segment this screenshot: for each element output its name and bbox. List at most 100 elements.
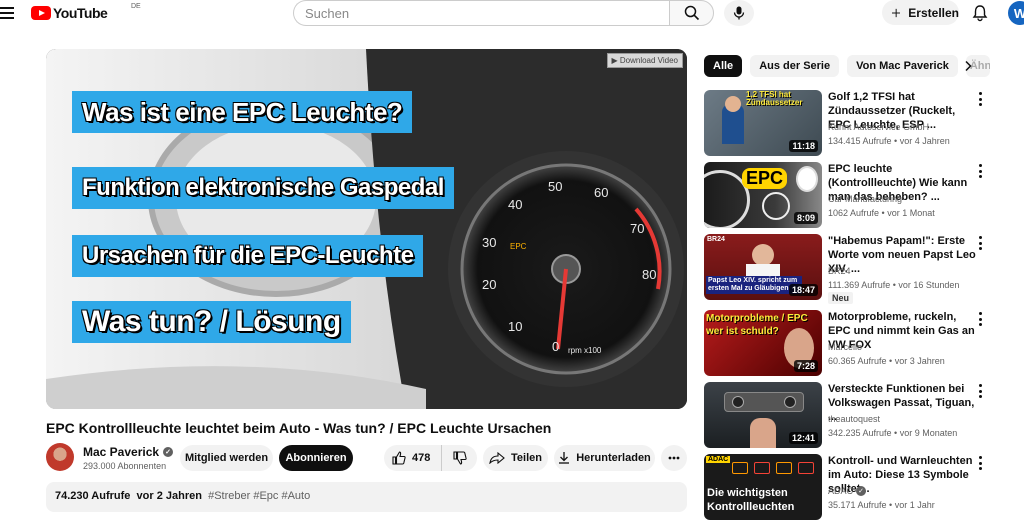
subscriber-count: 293.000 Abonnenten — [83, 461, 167, 471]
duration-badge: 12:41 — [788, 432, 818, 444]
account-avatar[interactable]: W — [1008, 1, 1024, 25]
gauge-label-40: 40 — [508, 197, 522, 212]
download-button[interactable]: Herunterladen — [554, 445, 655, 471]
verified-check-icon: ✓ — [856, 486, 867, 496]
related-thumbnail[interactable]: ADAC Die wichtigsten Kontrollleuchten — [704, 454, 822, 520]
channel-name-link[interactable]: Mac Paverick ✓ — [83, 445, 174, 459]
menu-icon[interactable] — [0, 7, 14, 19]
gauge-label-10: 10 — [508, 319, 522, 334]
duration-badge: 7:28 — [793, 360, 818, 372]
download-video-badge[interactable]: ▶ Download Video — [606, 53, 683, 68]
upload-age: vor 2 Jahren — [136, 490, 202, 502]
search-icon — [684, 5, 699, 21]
chip-from-channel[interactable]: Von Mac Paverick — [847, 55, 958, 77]
like-count: 478 — [412, 452, 431, 464]
related-video[interactable]: BR24 Papst Leo XIV. spricht zum ersten M… — [704, 234, 1004, 304]
more-actions-button[interactable] — [661, 445, 687, 471]
duration-badge: 8:09 — [793, 212, 818, 224]
youtube-logo[interactable]: YouTube DE — [31, 3, 141, 21]
more-horizontal-icon — [668, 456, 680, 460]
related-meta: 342.235 Aufrufe • vor 9 Monaten — [828, 428, 958, 438]
subscribe-button[interactable]: Abonnieren — [279, 445, 353, 471]
country-code: DE — [131, 3, 141, 10]
thumbnail-caption: EPC — [742, 168, 788, 189]
related-channel: Car Manufacturing — [828, 194, 903, 204]
related-meta: 60.365 Aufrufe • vor 3 Jahren — [828, 356, 945, 366]
duration-badge: 11:18 — [789, 140, 818, 152]
related-channel: theautoquest — [828, 414, 881, 424]
download-icon — [559, 452, 570, 464]
more-vertical-icon[interactable] — [979, 92, 983, 106]
related-video[interactable]: 1,2 TFSI hat Zündaussetzer 11:18 Golf 1,… — [704, 90, 1004, 156]
gauge-label-50: 50 — [548, 179, 562, 194]
gauge-label-80: 80 — [642, 267, 656, 282]
create-label: Erstellen — [908, 5, 959, 20]
chip-all[interactable]: Alle — [704, 55, 743, 77]
create-button[interactable]: Erstellen — [882, 0, 959, 25]
duration-badge: 18:47 — [788, 284, 818, 296]
overlay-banner-2: Funktion elektronische Gaspedal — [72, 167, 454, 209]
logo-text: YouTube — [53, 5, 108, 21]
notifications-bell-icon[interactable] — [971, 4, 989, 22]
thumbs-up-icon — [392, 451, 406, 465]
overlay-banner-4: Was tun? / Lösung — [72, 301, 351, 343]
chevron-right-icon[interactable] — [962, 60, 974, 72]
gauge-unit: rpm x100 — [568, 346, 602, 355]
search-input[interactable]: Suchen — [293, 0, 670, 26]
thumbnail-caption: Die wichtigsten Kontrollleuchten — [707, 487, 795, 513]
more-vertical-icon[interactable] — [979, 456, 983, 470]
more-vertical-icon[interactable] — [979, 236, 983, 250]
hashtags[interactable]: #Streber #Epc #Auto — [208, 490, 310, 502]
thumbs-down-icon — [452, 451, 467, 465]
overlay-banner-1: Was ist eine EPC Leuchte? — [72, 91, 413, 133]
view-count: 74.230 Aufrufe — [55, 490, 131, 502]
related-video[interactable]: 12:41 Versteckte Funktionen bei Volkswag… — [704, 382, 1004, 448]
channel-avatar[interactable] — [46, 443, 74, 471]
related-thumbnail[interactable]: EPC 8:09 — [704, 162, 822, 228]
related-channel: Marcello — [828, 342, 863, 352]
dislike-button[interactable] — [442, 451, 477, 465]
more-vertical-icon[interactable] — [979, 164, 983, 178]
search-placeholder: Suchen — [305, 5, 350, 21]
video-player[interactable]: 10 20 30 40 50 60 70 80 0 rpm x100 EPC ▶… — [46, 49, 687, 409]
related-thumbnail[interactable]: 12:41 — [704, 382, 822, 448]
gauge-label-30: 30 — [482, 235, 496, 250]
related-thumbnail[interactable]: 1,2 TFSI hat Zündaussetzer 11:18 — [704, 90, 822, 156]
thumbnail-caption: Papst Leo XIV. spricht zum ersten Mal zu… — [706, 276, 802, 294]
related-channel: ADAC ✓ — [828, 486, 867, 496]
related-meta: 111.369 Aufrufe • vor 16 Stunden — [828, 280, 960, 290]
thumbnail-caption: Motorprobleme / EPC wer ist schuld? — [706, 313, 808, 337]
play-logo-icon — [31, 6, 51, 20]
share-button[interactable]: Teilen — [483, 445, 548, 471]
description-box[interactable]: 74.230 Aufrufe vor 2 Jahren #Streber #Ep… — [46, 482, 687, 512]
related-channel: Kuhnt Autoservice GmbH — [828, 122, 930, 132]
related-channel: BR24 — [828, 266, 851, 276]
related-video[interactable]: ADAC Die wichtigsten Kontrollleuchten Ko… — [704, 454, 1004, 520]
related-video[interactable]: EPC 8:09 EPC leuchte (Kontrollleuchte) W… — [704, 162, 1004, 228]
top-bar: YouTube DE Suchen Erstellen W — [0, 0, 1024, 26]
thumbnail-caption: 1,2 TFSI hat Zündaussetzer — [746, 90, 803, 107]
gauge-label-60: 60 — [594, 185, 608, 200]
verified-check-icon: ✓ — [163, 447, 174, 457]
related-video[interactable]: Motorprobleme / EPC wer ist schuld? 7:28… — [704, 310, 1004, 376]
related-meta: 35.171 Aufrufe • vor 1 Jahr — [828, 500, 935, 510]
more-vertical-icon[interactable] — [979, 384, 983, 398]
join-button[interactable]: Mitglied werden — [180, 445, 273, 471]
like-button[interactable]: 478 — [384, 445, 442, 471]
channel-name: Mac Paverick — [83, 445, 160, 459]
chip-from-series[interactable]: Aus der Serie — [750, 55, 840, 77]
related-meta: 134.415 Aufrufe • vor 4 Jahren — [828, 136, 950, 146]
search-button[interactable] — [669, 0, 714, 26]
gauge-label-0: 0 — [552, 339, 559, 354]
more-vertical-icon[interactable] — [979, 312, 983, 326]
related-thumbnail[interactable]: Motorprobleme / EPC wer ist schuld? 7:28 — [704, 310, 822, 376]
gauge-epc-light: EPC — [510, 242, 527, 251]
video-title: EPC Kontrollleuchte leuchtet beim Auto -… — [46, 420, 552, 436]
related-thumbnail[interactable]: BR24 Papst Leo XIV. spricht zum ersten M… — [704, 234, 822, 300]
like-dislike-group: 478 — [384, 445, 477, 471]
filter-chips: Alle Aus der Serie Von Mac Paverick Ähn — [704, 55, 990, 77]
download-label: Herunterladen — [576, 452, 651, 464]
share-arrow-icon — [489, 452, 505, 464]
avatar-initial: W — [1013, 5, 1024, 21]
voice-search-button[interactable] — [724, 0, 754, 26]
